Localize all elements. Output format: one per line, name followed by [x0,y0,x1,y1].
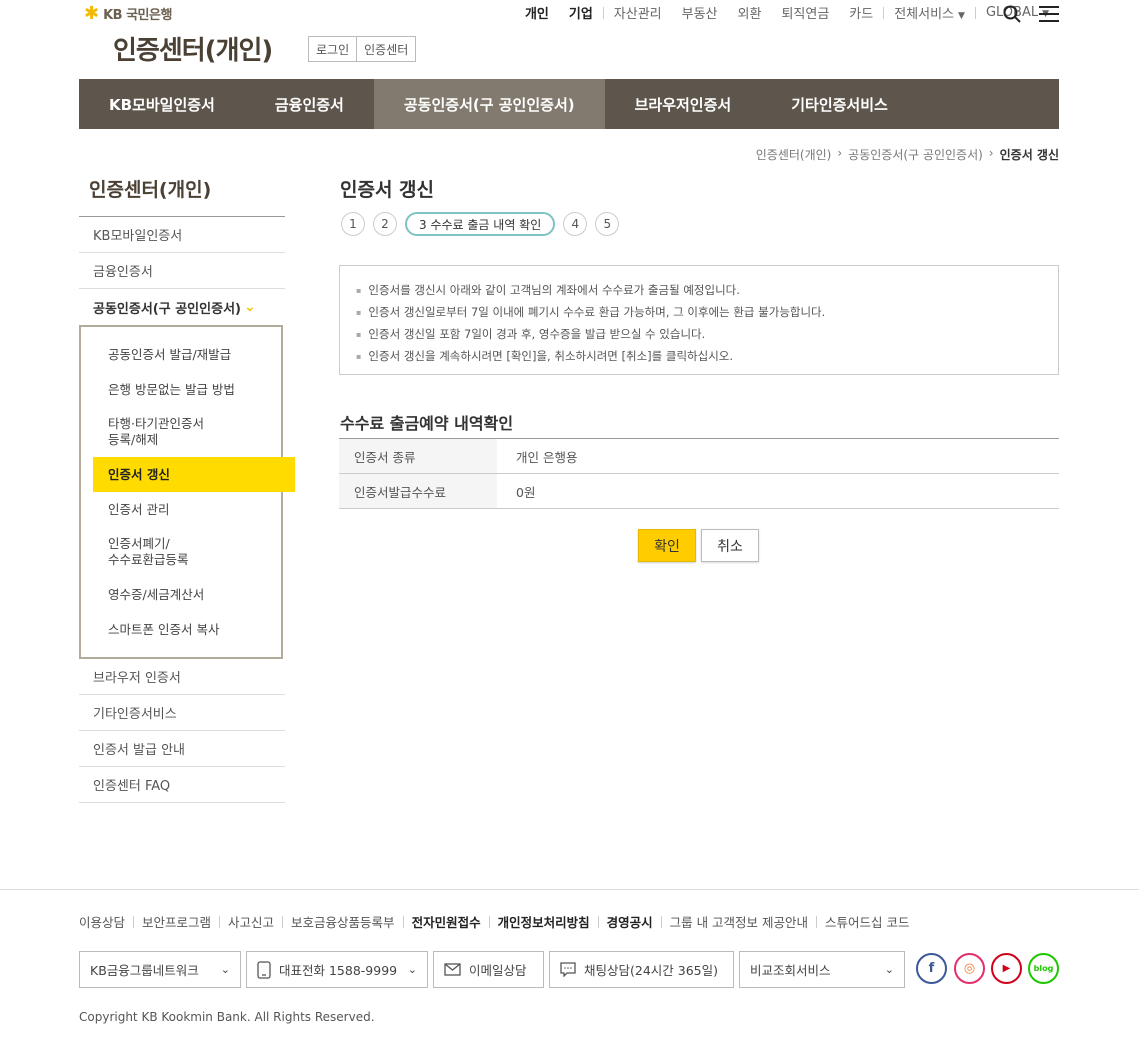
phone-icon [257,960,271,979]
submenu-issue[interactable]: 공동인증서 발급/재발급 [81,337,281,372]
footer-link[interactable]: 전자민원접수 [404,912,489,931]
sidebar-item-joint-cert[interactable]: 공동인증서(구 공인인증서) ⌄ [79,289,285,325]
table-value-cell: 개인 은행용 [497,438,1059,474]
search-icon[interactable] [1003,5,1021,23]
main-navigation: KB모바일인증서 금융인증서 공동인증서(구 공인인증서) 브라우저인증서 기타… [79,79,1059,129]
notice-item: 인증서 갱신일로부터 7일 이내에 폐기시 수수료 환급 가능하며, 그 이후에… [356,301,1042,323]
topnav-asset[interactable]: 자산관리 [604,3,672,22]
sidebar-item-browser[interactable]: 브라우저 인증서 [79,659,285,695]
step-5: 5 [595,212,620,236]
step-4: 4 [563,212,588,236]
phone-button[interactable]: 대표전화 1588-9999 ⌄ [246,951,428,988]
sidebar-submenu: 공동인증서 발급/재발급 은행 방문없는 발급 방법 타행·타기관인증서 등록/해… [79,325,295,659]
footer-link[interactable]: 스튜어드십 코드 [817,912,917,931]
breadcrumb-item[interactable]: 공동인증서(구 공인인증서) [848,146,983,163]
submenu-smartphone-copy[interactable]: 스마트폰 인증서 복사 [81,612,281,647]
chevron-right-icon: › [988,146,994,160]
kb-logo[interactable]: ✱ KB 국민은행 [84,4,172,23]
table-value-cell: 0원 [497,473,1059,509]
cert-center-button[interactable]: 인증센터 [357,36,417,62]
instagram-icon[interactable]: ◎ [954,953,985,984]
notice-item: 인증서 갱신일 포함 7일이 경과 후, 영수증을 발급 받으실 수 있습니다. [356,323,1042,345]
mainnav-financial-cert[interactable]: 금융인증서 [245,79,374,129]
footer-link[interactable]: 개인정보처리방침 [490,912,598,931]
submenu-manage[interactable]: 인증서 관리 [81,492,281,527]
chevron-down-icon: ⌄ [243,299,256,315]
mail-icon [444,963,461,976]
page-title: 인증서 갱신 [340,179,435,201]
blog-icon[interactable]: blog [1028,953,1059,984]
chat-button[interactable]: 채팅상담(24시간 365일) [549,951,734,988]
site-title: 인증센터(개인) [113,36,273,66]
notice-item: 인증서를 갱신시 아래와 같이 고객님의 계좌에서 수수료가 출금될 예정입니다… [356,279,1042,301]
table-header-cell: 인증서발급수수료 [339,473,497,509]
submenu-revoke[interactable]: 인증서폐기/수수료환급등록 [81,527,281,577]
caret-down-icon: ▼ [958,11,965,21]
breadcrumb: 인증센터(개인) › 공동인증서(구 공인인증서) › 인증서 갱신 [756,146,1059,163]
sidebar-item-kb-mobile[interactable]: KB모바일인증서 [79,217,285,253]
sidebar-title: 인증센터(개인) [89,179,212,201]
submenu-other-bank[interactable]: 타행·타기관인증서 등록/해제 [81,407,281,457]
topnav-card[interactable]: 카드 [839,3,883,22]
copyright: Copyright KB Kookmin Bank. All Rights Re… [79,1010,375,1024]
youtube-icon[interactable]: ▶ [991,953,1022,984]
sidebar-item-guide[interactable]: 인증서 발급 안내 [79,731,285,767]
footer-link[interactable]: 경영공시 [599,912,661,931]
fee-info-table: 인증서 종류 개인 은행용 인증서발급수수료 0원 [339,438,1059,509]
footer-link[interactable]: 그룹 내 고객정보 제공안내 [662,912,816,931]
email-button[interactable]: 이메일상담 [433,951,544,988]
footer-link[interactable]: 사고신고 [220,912,282,931]
table-header-cell: 인증서 종류 [339,438,497,474]
topnav-forex[interactable]: 외환 [728,3,772,22]
chevron-down-icon: ⌄ [220,963,230,976]
chevron-right-icon: › [837,146,843,160]
submenu-receipt[interactable]: 영수증/세금계산서 [81,577,281,612]
topnav-all-services[interactable]: 전체서비스 ▼ [884,3,975,22]
mainnav-joint-cert[interactable]: 공동인증서(구 공인인증서) [373,79,605,129]
login-button[interactable]: 로그인 [308,36,358,62]
topnav-business[interactable]: 기업 [559,3,603,22]
confirm-button[interactable]: 확인 [638,529,696,562]
sidebar-item-faq[interactable]: 인증센터 FAQ [79,767,285,803]
mainnav-browser-cert[interactable]: 브라우저인증서 [605,79,762,129]
mainnav-kb-mobile-cert[interactable]: KB모바일인증서 [79,79,245,129]
breadcrumb-current: 인증서 갱신 [999,148,1059,162]
hamburger-menu-icon[interactable] [1039,6,1059,23]
topnav-pension[interactable]: 퇴직연금 [771,3,839,22]
sidebar: KB모바일인증서 금융인증서 공동인증서(구 공인인증서) ⌄ 공동인증서 발급… [79,216,295,803]
topnav-realestate[interactable]: 부동산 [672,3,728,22]
chevron-down-icon: ⌄ [884,963,894,976]
step-2: 2 [373,212,397,236]
step-1: 1 [341,212,365,236]
network-select[interactable]: KB금융그룹네트워크 ⌄ [79,951,241,988]
submenu-renew[interactable]: 인증서 갱신 [93,457,295,492]
section-title: 수수료 출금예약 내역확인 [340,414,514,433]
step-3-current: 3 수수료 출금 내역 확인 [405,212,556,236]
sidebar-item-other[interactable]: 기타인증서비스 [79,695,285,731]
mainnav-other-services[interactable]: 기타인증서비스 [761,79,918,129]
footer-links: 이용상담 보안프로그램 사고신고 보호금융상품등록부 전자민원접수 개인정보처리… [79,912,918,931]
chevron-down-icon: ⌄ [407,963,417,976]
table-row: 인증서발급수수료 0원 [339,473,1059,509]
step-indicator: 1 2 3 수수료 출금 내역 확인 4 5 [341,212,620,236]
chat-icon [560,962,576,977]
top-navigation: 개인 기업 자산관리 부동산 외환 퇴직연금 카드 전체서비스▼ GLOBAL▼ [515,3,1059,22]
notice-box: 인증서를 갱신시 아래와 같이 고객님의 계좌에서 수수료가 출금될 예정입니다… [339,265,1059,375]
cancel-button[interactable]: 취소 [701,529,759,562]
footer-link[interactable]: 이용상담 [79,912,133,931]
table-row: 인증서 종류 개인 은행용 [339,438,1059,474]
kb-star-icon: ✱ [84,2,100,24]
submenu-no-visit[interactable]: 은행 방문없는 발급 방법 [81,372,281,407]
facebook-icon[interactable]: f [916,953,947,984]
sidebar-item-financial[interactable]: 금융인증서 [79,253,285,289]
notice-item: 인증서 갱신을 계속하시려면 [확인]을, 취소하시려면 [취소]를 클릭하십시… [356,345,1042,367]
topnav-personal[interactable]: 개인 [515,3,559,22]
footer-link[interactable]: 보호금융상품등록부 [283,912,403,931]
footer-divider [0,889,1139,890]
breadcrumb-item[interactable]: 인증센터(개인) [756,146,832,163]
footer-link[interactable]: 보안프로그램 [134,912,219,931]
compare-service-select[interactable]: 비교조회서비스 ⌄ [739,951,905,988]
logo-text: KB 국민은행 [103,8,172,23]
